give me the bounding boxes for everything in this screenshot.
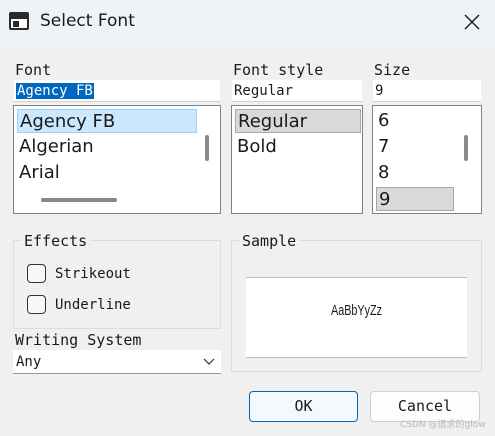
close-icon — [464, 14, 480, 30]
chevron-down-icon — [203, 358, 215, 365]
ok-button[interactable]: OK — [249, 391, 358, 422]
size-list-item[interactable]: 9 — [376, 187, 454, 211]
sample-preview: AaBbYyZz — [246, 277, 467, 358]
font-style-input[interactable]: Regular — [232, 80, 362, 102]
font-style-list-item[interactable]: Bold — [235, 135, 361, 159]
font-input[interactable]: Agency FB — [14, 80, 220, 102]
writing-system-label: Writing System — [15, 331, 142, 349]
font-list-item[interactable]: Arial — [17, 161, 197, 185]
writing-system-value: Any — [16, 354, 42, 370]
size-input[interactable]: 9 — [373, 80, 481, 102]
font-style-list-item[interactable]: Regular — [235, 109, 361, 133]
sample-label: Sample — [239, 232, 300, 250]
watermark: CSDN @追求的glow — [400, 420, 486, 430]
underline-label[interactable]: Underline — [55, 297, 131, 313]
title-bar: Select Font — [0, 0, 495, 44]
effects-group — [13, 240, 221, 329]
size-list-vscroll-thumb[interactable] — [464, 135, 468, 161]
font-list[interactable]: Agency FB Algerian Arial — [13, 105, 221, 214]
size-list[interactable]: 6 7 8 9 — [372, 105, 482, 214]
sample-text: AaBbYyZz — [330, 302, 383, 319]
close-button[interactable] — [452, 6, 492, 38]
writing-system-select[interactable]: Any — [13, 350, 221, 374]
font-style-label: Font style — [233, 61, 324, 79]
font-list-item[interactable]: Agency FB — [17, 109, 197, 133]
size-list-item[interactable]: 8 — [376, 161, 454, 185]
underline-checkbox[interactable] — [27, 295, 46, 314]
font-style-list[interactable]: Regular Bold — [231, 105, 363, 214]
size-label: Size — [374, 61, 411, 79]
strikeout-label[interactable]: Strikeout — [55, 266, 131, 282]
app-icon — [9, 12, 29, 30]
size-list-item[interactable]: 6 — [376, 109, 454, 133]
size-list-item[interactable]: 7 — [376, 135, 454, 159]
font-list-hscroll-thumb[interactable] — [41, 198, 117, 202]
effects-label: Effects — [21, 232, 91, 250]
font-label: Font — [15, 61, 52, 79]
strikeout-checkbox[interactable] — [27, 264, 46, 283]
font-list-item[interactable]: Algerian — [17, 135, 197, 159]
font-input-value: Agency FB — [16, 83, 94, 99]
dialog-title: Select Font — [40, 11, 135, 31]
font-list-vscroll-thumb[interactable] — [205, 135, 209, 161]
